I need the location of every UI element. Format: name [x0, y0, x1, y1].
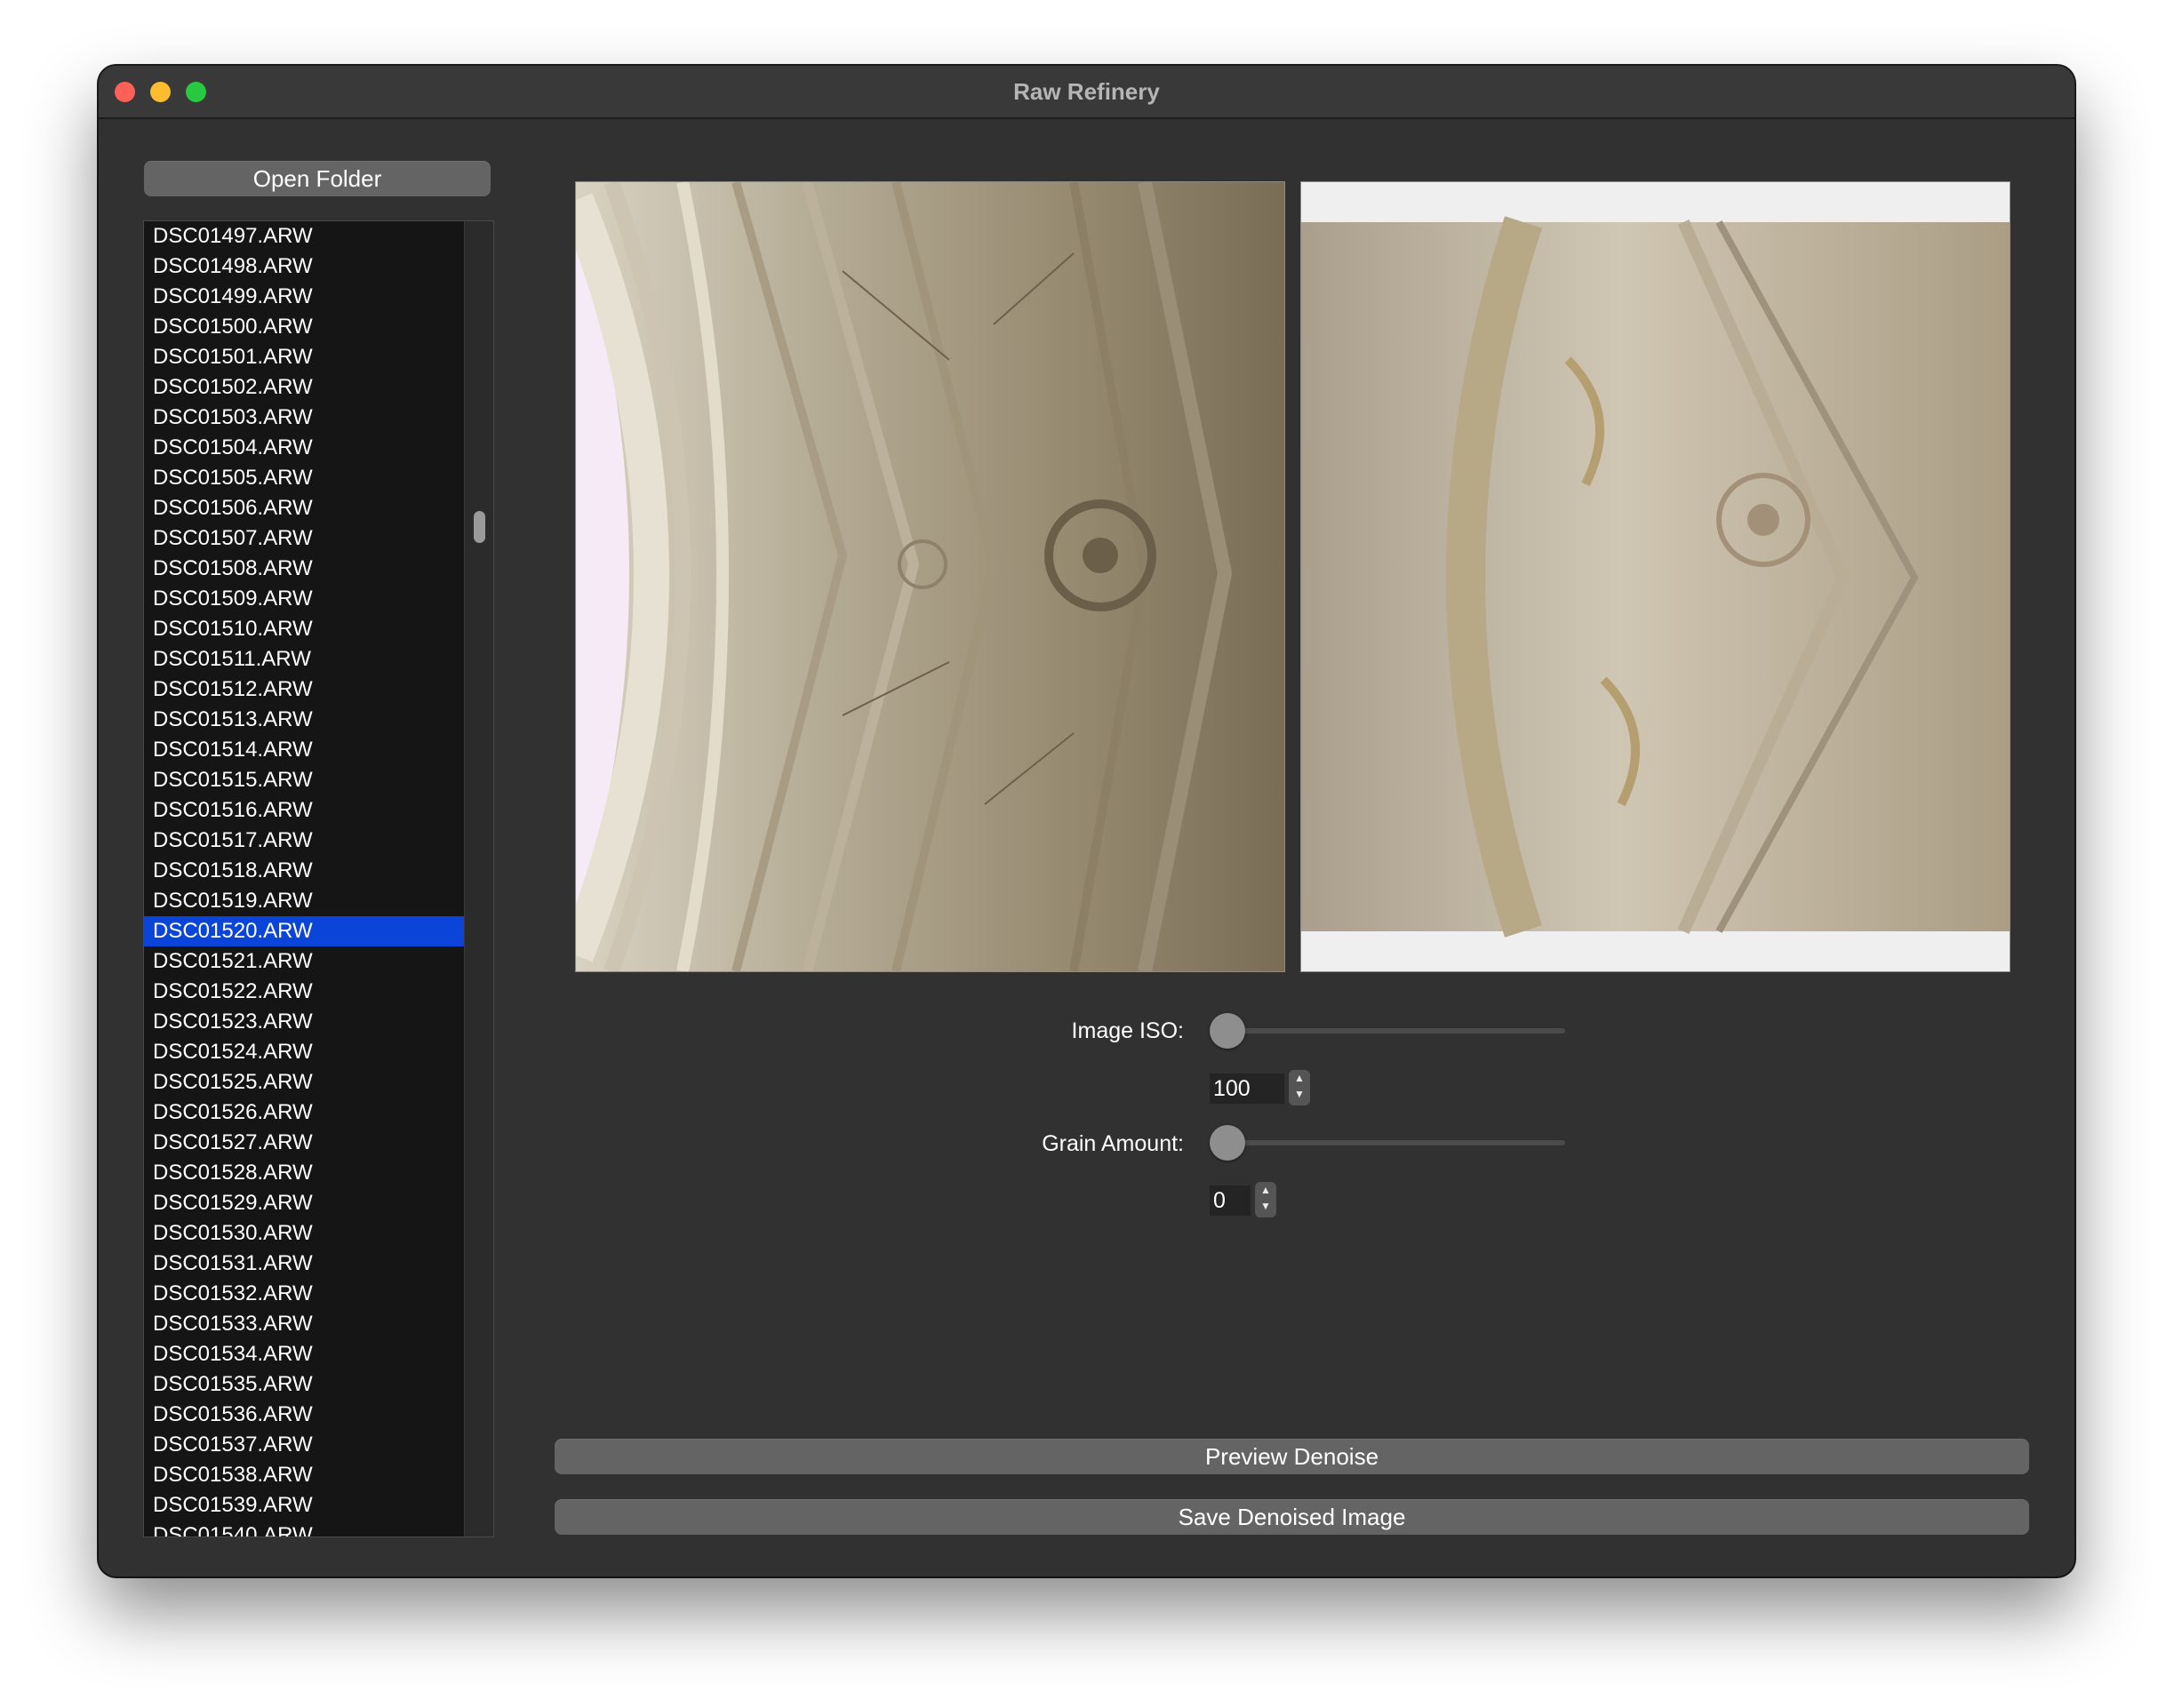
file-list-item[interactable]: DSC01526.ARW [144, 1097, 464, 1128]
file-list-item[interactable]: DSC01527.ARW [144, 1128, 464, 1158]
grain-slider-knob[interactable] [1210, 1125, 1245, 1161]
save-denoised-image-button[interactable]: Save Denoised Image [555, 1499, 2029, 1535]
file-list-item-selected[interactable]: DSC01520.ARW [144, 916, 464, 946]
denoised-image [1301, 182, 2010, 971]
open-folder-button[interactable]: Open Folder [144, 161, 491, 196]
file-list-item[interactable]: DSC01533.ARW [144, 1309, 464, 1339]
file-list-item[interactable]: DSC01530.ARW [144, 1218, 464, 1249]
file-list-item[interactable]: DSC01503.ARW [144, 403, 464, 433]
file-list-item[interactable]: DSC01517.ARW [144, 826, 464, 856]
file-list-item[interactable]: DSC01516.ARW [144, 795, 464, 826]
original-image-preview [575, 181, 1285, 972]
file-list-item[interactable]: DSC01536.ARW [144, 1400, 464, 1430]
file-list-item[interactable]: DSC01531.ARW [144, 1249, 464, 1279]
file-list-item[interactable]: DSC01539.ARW [144, 1490, 464, 1520]
file-list-item[interactable]: DSC01518.ARW [144, 856, 464, 886]
iso-slider-track[interactable] [1210, 1028, 1565, 1034]
file-list-item[interactable]: DSC01524.ARW [144, 1037, 464, 1067]
file-list-item[interactable]: DSC01504.ARW [144, 433, 464, 463]
file-list-item[interactable]: DSC01507.ARW [144, 523, 464, 554]
scrollbar-thumb[interactable] [474, 511, 485, 543]
grain-spinbox-value[interactable]: 0 [1210, 1185, 1251, 1216]
denoised-image-preview [1300, 181, 2010, 972]
iso-label: Image ISO: [1071, 1018, 1184, 1043]
file-list-item[interactable]: DSC01502.ARW [144, 372, 464, 403]
file-list-item[interactable]: DSC01498.ARW [144, 251, 464, 282]
file-list-item[interactable]: DSC01512.ARW [144, 674, 464, 705]
grain-spinbox-stepper-icon[interactable]: ▲ ▼ [1255, 1182, 1276, 1217]
iso-spinbox-value[interactable]: 100 [1210, 1073, 1284, 1104]
file-list-item[interactable]: DSC01514.ARW [144, 735, 464, 765]
file-list-item[interactable]: DSC01508.ARW [144, 554, 464, 584]
iso-slider-knob[interactable] [1210, 1013, 1245, 1049]
file-list-item[interactable]: DSC01537.ARW [144, 1430, 464, 1460]
file-list-item[interactable]: DSC01522.ARW [144, 977, 464, 1007]
file-list-item[interactable]: DSC01534.ARW [144, 1339, 464, 1369]
file-list-scrollbar[interactable] [464, 221, 493, 1536]
iso-spinbox-stepper-icon[interactable]: ▲ ▼ [1289, 1070, 1310, 1105]
grain-label: Grain Amount: [1042, 1131, 1184, 1156]
file-list-item[interactable]: DSC01506.ARW [144, 493, 464, 523]
file-list-item[interactable]: DSC01500.ARW [144, 312, 464, 342]
file-list-item[interactable]: DSC01515.ARW [144, 765, 464, 795]
file-list-item[interactable]: DSC01528.ARW [144, 1158, 464, 1188]
file-list-item[interactable]: DSC01532.ARW [144, 1279, 464, 1309]
file-list-item[interactable]: DSC01540.ARW [144, 1520, 464, 1536]
preview-denoise-button[interactable]: Preview Denoise [555, 1439, 2029, 1474]
original-image [576, 182, 1284, 971]
file-list-item[interactable]: DSC01529.ARW [144, 1188, 464, 1218]
window-title: Raw Refinery [1013, 78, 1160, 105]
app-window: Raw Refinery Open Folder DSC01497.ARW DSC… [99, 66, 2074, 1576]
file-list[interactable]: DSC01497.ARW DSC01498.ARW DSC01499.ARW DSC0… [143, 220, 494, 1537]
file-list-item[interactable]: DSC01510.ARW [144, 614, 464, 644]
file-list-item[interactable]: DSC01525.ARW [144, 1067, 464, 1097]
file-list-item[interactable]: DSC01523.ARW [144, 1007, 464, 1037]
file-list-item[interactable]: DSC01519.ARW [144, 886, 464, 916]
file-list-item[interactable]: DSC01521.ARW [144, 946, 464, 977]
file-list-item[interactable]: DSC01505.ARW [144, 463, 464, 493]
file-list-item[interactable]: DSC01535.ARW [144, 1369, 464, 1400]
file-list-item[interactable]: DSC01513.ARW [144, 705, 464, 735]
file-list-item[interactable]: DSC01501.ARW [144, 342, 464, 372]
file-list-item[interactable]: DSC01509.ARW [144, 584, 464, 614]
file-list-item[interactable]: DSC01538.ARW [144, 1460, 464, 1490]
file-list-item[interactable]: DSC01499.ARW [144, 282, 464, 312]
title-bar: Raw Refinery [99, 66, 2074, 119]
grain-slider-track[interactable] [1210, 1140, 1565, 1145]
file-list-item[interactable]: DSC01511.ARW [144, 644, 464, 674]
file-list-item[interactable]: DSC01497.ARW [144, 221, 464, 251]
